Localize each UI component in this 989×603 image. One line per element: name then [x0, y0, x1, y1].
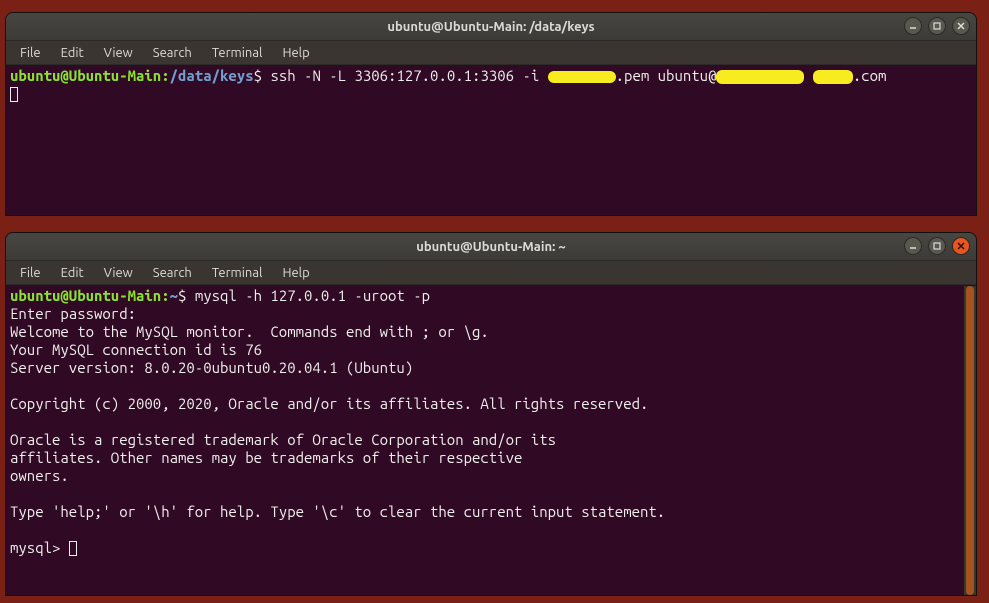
cmd-part-3: .com: [853, 67, 887, 84]
redacted-key-name: [548, 71, 616, 83]
maximize-icon: [932, 21, 942, 31]
output-line: Oracle is a registered trademark of Orac…: [10, 431, 556, 448]
menu-edit[interactable]: Edit: [53, 264, 92, 282]
prompt-colon: :: [161, 287, 169, 304]
scrollbar[interactable]: [964, 286, 976, 595]
titlebar-1[interactable]: ubuntu@Ubuntu-Main: /data/keys: [6, 13, 976, 41]
cmd-part-1: ssh -N -L 3306:127.0.0.1:3306 -i: [270, 67, 547, 84]
window-controls-2: [904, 237, 970, 255]
close-icon: [956, 241, 966, 251]
prompt-path: ~: [170, 287, 178, 304]
menu-terminal[interactable]: Terminal: [204, 264, 271, 282]
minimize-icon: [908, 241, 918, 251]
menu-search[interactable]: Search: [145, 264, 200, 282]
scrollbar-thumb[interactable]: [966, 286, 974, 595]
window-title-1: ubuntu@Ubuntu-Main: /data/keys: [387, 20, 594, 34]
close-button[interactable]: [952, 17, 970, 35]
menubar-2: File Edit View Search Terminal Help: [6, 261, 976, 285]
minimize-button[interactable]: [904, 237, 922, 255]
maximize-button[interactable]: [928, 17, 946, 35]
output-line: Enter password:: [10, 305, 136, 322]
menu-help[interactable]: Help: [274, 44, 317, 62]
menu-help[interactable]: Help: [274, 264, 317, 282]
prompt-dollar: $: [254, 67, 271, 84]
window-title-2: ubuntu@Ubuntu-Main: ~: [416, 240, 565, 254]
terminal-window-1: ubuntu@Ubuntu-Main: /data/keys File Edit…: [5, 12, 977, 216]
redacted-host-2: [813, 70, 853, 84]
close-button[interactable]: [952, 237, 970, 255]
mysql-prompt: mysql>: [10, 539, 69, 556]
output-line: affiliates. Other names may be trademark…: [10, 449, 522, 466]
prompt-userhost: ubuntu@Ubuntu-Main: [10, 287, 161, 304]
menu-view[interactable]: View: [96, 44, 141, 62]
window-controls-1: [904, 17, 970, 35]
prompt-userhost: ubuntu@Ubuntu-Main: [10, 67, 161, 84]
minimize-icon: [908, 21, 918, 31]
titlebar-2[interactable]: ubuntu@Ubuntu-Main: ~: [6, 233, 976, 261]
cursor-1: [10, 87, 18, 102]
menu-view[interactable]: View: [96, 264, 141, 282]
menu-file[interactable]: File: [12, 44, 49, 62]
menu-terminal[interactable]: Terminal: [204, 44, 271, 62]
close-icon: [956, 21, 966, 31]
terminal-body-2[interactable]: ubuntu@Ubuntu-Main:~$ mysql -h 127.0.0.1…: [6, 285, 976, 559]
cmd-part-2: .pem ubuntu@: [616, 67, 717, 84]
menu-file[interactable]: File: [12, 264, 49, 282]
redacted-host-1: [716, 70, 804, 84]
output-line: owners.: [10, 467, 69, 484]
output-line: Type 'help;' or '\h' for help. Type '\c'…: [10, 503, 665, 520]
prompt-dollar: $: [178, 287, 195, 304]
output-line: Welcome to the MySQL monitor. Commands e…: [10, 323, 489, 340]
cursor-2: [69, 541, 77, 556]
prompt-path: /data/keys: [170, 67, 254, 84]
maximize-icon: [932, 241, 942, 251]
menu-edit[interactable]: Edit: [53, 44, 92, 62]
prompt-colon: :: [161, 67, 169, 84]
output-line: Copyright (c) 2000, 2020, Oracle and/or …: [10, 395, 648, 412]
terminal-window-2: ubuntu@Ubuntu-Main: ~ File Edit View Sea…: [5, 232, 977, 596]
menubar-1: File Edit View Search Terminal Help: [6, 41, 976, 65]
maximize-button[interactable]: [928, 237, 946, 255]
cmd-mysql: mysql -h 127.0.0.1 -uroot -p: [195, 287, 430, 304]
output-line: Your MySQL connection id is 76: [10, 341, 262, 358]
output-line: Server version: 8.0.20-0ubuntu0.20.04.1 …: [10, 359, 413, 376]
minimize-button[interactable]: [904, 17, 922, 35]
terminal-body-1[interactable]: ubuntu@Ubuntu-Main:/data/keys$ ssh -N -L…: [6, 65, 976, 105]
menu-search[interactable]: Search: [145, 44, 200, 62]
